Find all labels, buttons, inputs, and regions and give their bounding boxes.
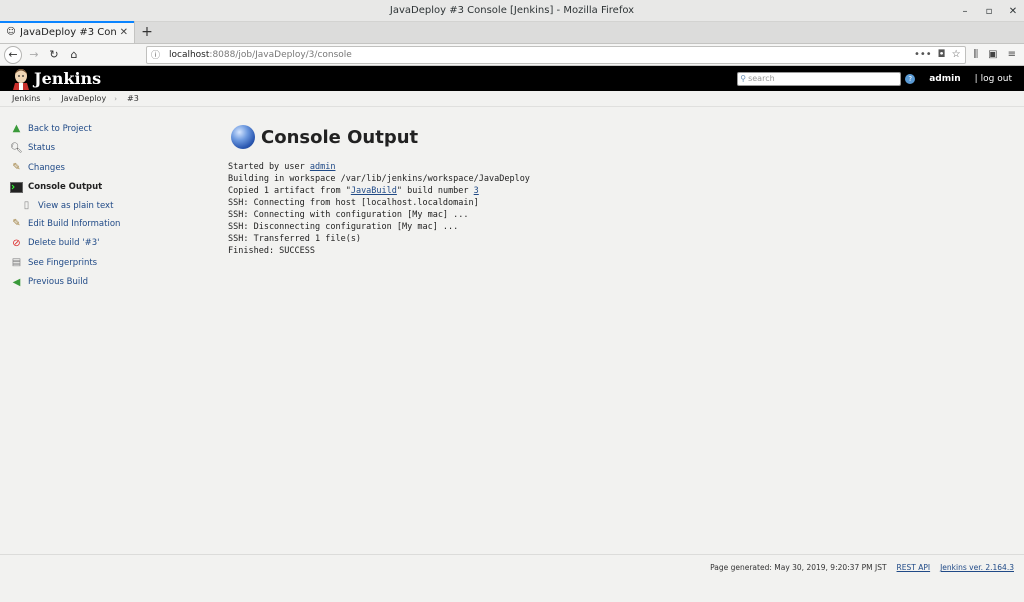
menu-icon[interactable]: ≡ xyxy=(1008,49,1016,60)
jenkins-favicon-icon: ☺ xyxy=(6,27,16,37)
header-separator: | xyxy=(974,73,978,84)
toolbar-right: ⫼ ▣ ≡ xyxy=(974,49,1016,60)
notepad-icon: ✎ xyxy=(12,162,21,174)
sidebar-item-previous-build[interactable]: ◀ Previous Build xyxy=(10,273,210,293)
blue-ball-status-icon xyxy=(231,125,255,149)
window-controls: – ▫ ✕ xyxy=(960,0,1018,22)
home-button[interactable]: ⌂ xyxy=(64,45,84,65)
bookmark-star-icon[interactable]: ☆ xyxy=(952,49,961,60)
breadcrumb-build[interactable]: #3 xyxy=(127,94,139,103)
magnifier-icon: 🔍︎ xyxy=(10,142,23,154)
upstream-job-link[interactable]: JavaBuild xyxy=(351,186,397,196)
forward-button[interactable]: → xyxy=(24,45,44,65)
sidebar-item-edit-build-information[interactable]: ✎ Edit Build Information xyxy=(10,214,210,234)
console-line: Finished: SUCCESS xyxy=(228,246,315,256)
sidebar-item-view-plain-text[interactable]: ▯ View as plain text xyxy=(10,197,210,214)
console-text: Copied 1 artifact from " xyxy=(228,186,351,196)
console-text: " build number xyxy=(396,186,474,196)
sidebar-item-label: Changes xyxy=(28,162,65,173)
back-button[interactable]: ← xyxy=(4,45,22,64)
search-icon: ⚲ xyxy=(740,74,747,83)
site-info-icon[interactable]: ⓘ xyxy=(151,48,163,61)
logout-link[interactable]: log out xyxy=(981,74,1012,84)
page-footer: Page generated: May 30, 2019, 9:20:37 PM… xyxy=(0,554,1024,580)
window-titlebar: JavaDeploy #3 Console [Jenkins] - Mozill… xyxy=(0,0,1024,22)
navigation-bar: ← → ↻ ⌂ ⓘ localhost :8088/job/JavaDeploy… xyxy=(0,44,1024,66)
console-line: SSH: Connecting with configuration [My m… xyxy=(228,210,469,220)
sidebar-item-label: Status xyxy=(28,143,56,154)
sidebar-item-label: Edit Build Information xyxy=(28,218,121,229)
tab-title: JavaDeploy #3 Console [ xyxy=(20,26,116,38)
user-link[interactable]: admin xyxy=(929,74,960,84)
pocket-icon[interactable]: ◘ xyxy=(938,49,946,60)
no-entry-icon: ⊘ xyxy=(12,237,21,249)
jenkins-version-link[interactable]: Jenkins ver. 2.164.3 xyxy=(940,563,1014,572)
reload-button[interactable]: ↻ xyxy=(44,45,64,65)
new-tab-button[interactable]: + xyxy=(135,21,159,43)
breadcrumb-jenkins[interactable]: Jenkins xyxy=(12,94,40,103)
sidebar-item-label: View as plain text xyxy=(38,200,114,211)
library-icon[interactable]: ⫼ xyxy=(974,49,979,60)
sidebar: ▲ Back to Project 🔍︎ Status ✎ Changes Co… xyxy=(10,119,210,292)
console-text: Started by user xyxy=(228,162,310,172)
jenkins-brand[interactable]: Jenkins xyxy=(34,69,101,88)
sidebar-item-delete-build[interactable]: ⊘ Delete build '#3' xyxy=(10,234,210,254)
sidebar-item-see-fingerprints[interactable]: ▤ See Fingerprints xyxy=(10,253,210,273)
sidebar-toggle-icon[interactable]: ▣ xyxy=(988,49,997,60)
tab-close-icon[interactable]: ✕ xyxy=(120,27,128,38)
sidebar-item-label: Delete build '#3' xyxy=(28,238,100,249)
tab-bar: ☺ JavaDeploy #3 Console [ ✕ + xyxy=(0,21,1024,44)
page-actions-icon[interactable]: ••• xyxy=(914,49,932,60)
breadcrumb-separator-icon: › xyxy=(114,94,117,103)
document-icon: ▯ xyxy=(23,200,30,211)
notepad-icon: ✎ xyxy=(12,218,21,230)
console-line: Building in workspace /var/lib/jenkins/w… xyxy=(228,174,530,184)
sidebar-item-back-to-project[interactable]: ▲ Back to Project xyxy=(10,119,210,139)
search-placeholder: search xyxy=(748,74,775,83)
up-arrow-icon: ▲ xyxy=(12,123,21,135)
search-input[interactable]: ⚲ search xyxy=(737,71,902,86)
sidebar-item-label: See Fingerprints xyxy=(28,257,98,268)
tab-javadeploy-console[interactable]: ☺ JavaDeploy #3 Console [ ✕ xyxy=(0,21,135,43)
console-log: Started by user admin Building in workspa… xyxy=(228,161,988,257)
sidebar-item-label: Back to Project xyxy=(28,123,92,134)
breadcrumb-separator-icon: › xyxy=(48,94,52,103)
fingerprint-icon: ▤ xyxy=(11,257,22,269)
rest-api-link[interactable]: REST API xyxy=(897,563,931,572)
sidebar-item-changes[interactable]: ✎ Changes xyxy=(10,158,210,178)
console-line: SSH: Connecting from host [localhost.loc… xyxy=(228,198,479,208)
breadcrumb-javadeploy[interactable]: JavaDeploy xyxy=(61,94,106,103)
sidebar-item-console-output[interactable]: Console Output xyxy=(10,178,210,198)
maximize-icon[interactable]: ▫ xyxy=(984,6,994,17)
started-by-user-link[interactable]: admin xyxy=(310,162,336,172)
left-arrow-icon: ◀ xyxy=(12,276,21,288)
close-icon[interactable]: ✕ xyxy=(1008,6,1018,17)
console-line: Copied 1 artifact from "JavaBuild" build… xyxy=(228,185,988,197)
console-line: SSH: Disconnecting configuration [My mac… xyxy=(228,222,459,232)
minimize-icon[interactable]: – xyxy=(960,6,970,17)
console-line: Started by user admin xyxy=(228,161,988,173)
help-icon[interactable]: ? xyxy=(905,73,916,84)
url-path: :8088/job/JavaDeploy/3/console xyxy=(209,49,352,60)
console-line: SSH: Transferred 1 file(s) xyxy=(228,234,362,244)
main-area: ▲ Back to Project 🔍︎ Status ✎ Changes Co… xyxy=(0,107,1024,580)
window-title: JavaDeploy #3 Console [Jenkins] - Mozill… xyxy=(389,5,635,16)
page-generated-text: Page generated: May 30, 2019, 9:20:37 PM… xyxy=(710,563,887,572)
sidebar-item-label: Console Output xyxy=(28,182,103,193)
jenkins-header: Jenkins ⚲ search ? admin | log out xyxy=(0,66,1024,91)
breadcrumb: Jenkins › JavaDeploy › #3 xyxy=(0,91,1024,107)
sidebar-item-status[interactable]: 🔍︎ Status xyxy=(10,139,210,159)
terminal-icon xyxy=(10,181,23,193)
page-title: Console Output xyxy=(261,126,419,148)
url-host: localhost xyxy=(169,49,210,60)
upstream-build-link[interactable]: 3 xyxy=(474,186,479,196)
console-content: Console Output Started by user admin Buil… xyxy=(228,121,988,257)
sidebar-item-label: Previous Build xyxy=(28,277,88,288)
jenkins-logo-icon[interactable] xyxy=(12,68,30,90)
url-bar[interactable]: ⓘ localhost :8088/job/JavaDeploy/3/conso… xyxy=(146,45,966,64)
console-heading: Console Output xyxy=(228,121,988,153)
